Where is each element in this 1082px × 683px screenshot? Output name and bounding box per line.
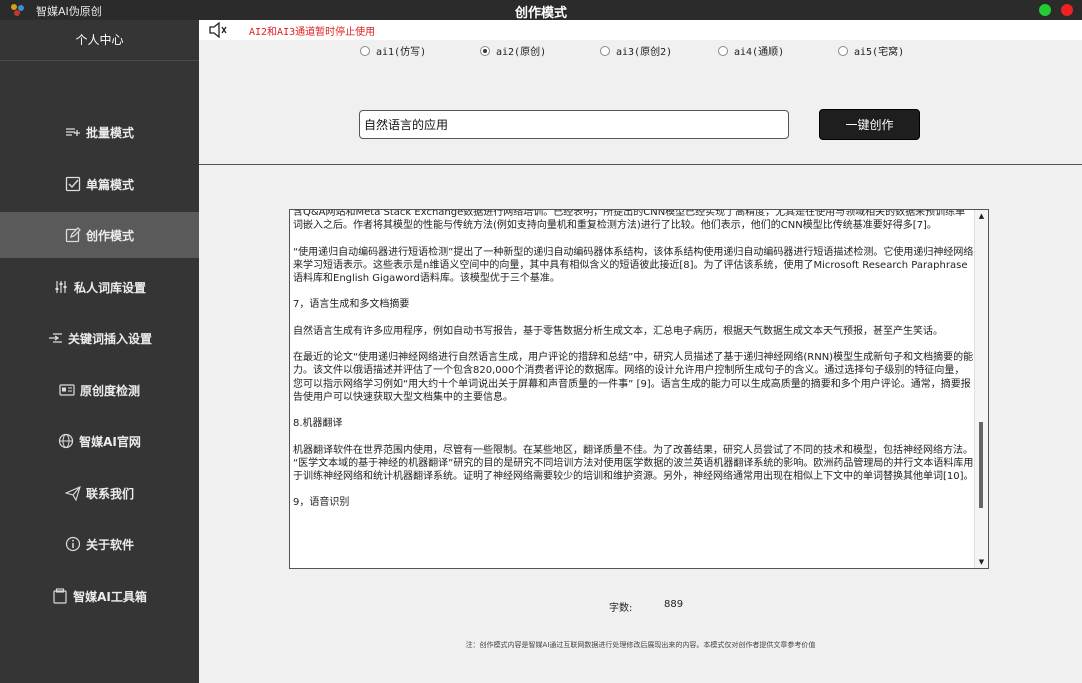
word-count-value: 889 bbox=[664, 599, 684, 610]
divider bbox=[199, 164, 1082, 165]
radio-ai3[interactable]: ai3(原创2) bbox=[600, 43, 672, 58]
speaker-icon[interactable] bbox=[208, 22, 228, 38]
radio-ai4[interactable]: ai4(通顺) bbox=[718, 43, 784, 58]
sidebar-item-label: 创作模式 bbox=[85, 228, 134, 243]
article-paragraph: “使用递归自动编码器进行短语检测”提出了一种新型的递归自动编码器体系结构，该体系… bbox=[293, 246, 974, 285]
radio-label: ai3(原创2) bbox=[616, 47, 673, 58]
radio-dot[interactable] bbox=[600, 45, 610, 56]
scroll-up-arrow-icon[interactable]: ▲ bbox=[975, 210, 988, 222]
insert-icon bbox=[47, 330, 63, 346]
notice-bar: AI2和AI3通道暂时停止使用 bbox=[199, 20, 1082, 40]
article-paragraph: 7，语言生成和多文档摘要 bbox=[293, 299, 410, 311]
sliders-icon bbox=[53, 279, 69, 295]
info-icon bbox=[65, 536, 81, 552]
article-paragraph: 含Q&A网站和Meta Stack Exchange数据进行网络培训。已经表明，… bbox=[293, 209, 966, 232]
radio-ai2[interactable]: ai2(原创) bbox=[480, 43, 546, 58]
sidebar-header[interactable]: 个人中心 bbox=[0, 20, 199, 61]
topic-input[interactable] bbox=[359, 110, 789, 139]
scroll-thumb[interactable] bbox=[979, 422, 983, 508]
toolbox-icon bbox=[52, 588, 68, 604]
sidebar-item-label: 批量模式 bbox=[85, 125, 134, 140]
radio-dot[interactable] bbox=[360, 45, 370, 56]
article-paragraph: 机器翻译软件在世界范围内使用，尽管有一些限制。在某些地区，翻译质量不佳。为了改善… bbox=[293, 444, 974, 483]
article-output-box[interactable]: 含Q&A网站和Meta Stack Exchange数据进行网络培训。已经表明，… bbox=[289, 209, 989, 569]
article-content[interactable]: 含Q&A网站和Meta Stack Exchange数据进行网络培训。已经表明，… bbox=[293, 209, 974, 523]
sidebar-item-label: 关于软件 bbox=[85, 537, 134, 552]
radio-label: ai5(宅窝) bbox=[854, 47, 905, 58]
radio-label: ai2(原创) bbox=[496, 47, 547, 58]
radio-label: ai1(仿写) bbox=[376, 47, 427, 58]
radio-ai1[interactable]: ai1(仿写) bbox=[360, 43, 426, 58]
id-card-icon bbox=[59, 382, 75, 398]
radio-ai5[interactable]: ai5(宅窝) bbox=[838, 43, 904, 58]
sidebar-item-label: 单篇模式 bbox=[85, 177, 134, 192]
one-click-create-button[interactable]: 一键创作 bbox=[819, 109, 920, 140]
globe-icon bbox=[58, 433, 74, 449]
main-panel: AI2和AI3通道暂时停止使用 ai1(仿写) ai2(原创) ai3(原创2)… bbox=[199, 20, 1082, 683]
sidebar-item-single-mode[interactable]: 单篇模式 bbox=[0, 161, 199, 207]
radio-dot[interactable] bbox=[480, 45, 490, 56]
word-count-label: 字数: bbox=[609, 603, 633, 614]
article-paragraph: 8.机器翻译 bbox=[293, 418, 343, 430]
channel-notice: AI2和AI3通道暂时停止使用 bbox=[249, 27, 376, 38]
sidebar-item-toolbox[interactable]: 智媒AI工具箱 bbox=[0, 573, 199, 619]
sidebar-item-label: 原创度检测 bbox=[79, 383, 140, 398]
article-paragraph: 在最近的论文“使用递归神经网络进行自然语言生成，用户评论的措辞和总结”中，研究人… bbox=[293, 352, 974, 403]
sidebar-item-label: 私人词库设置 bbox=[73, 280, 146, 295]
footer-disclaimer: 注：创作模式内容是智媒AI通过互联网数据进行处理修改后展现出来的内容。本模式仅对… bbox=[465, 641, 816, 649]
batch-list-icon bbox=[65, 124, 81, 140]
scroll-down-arrow-icon[interactable]: ▼ bbox=[975, 556, 988, 568]
maximize-button[interactable] bbox=[1039, 4, 1051, 16]
paper-plane-icon bbox=[64, 485, 81, 501]
sidebar-item-official-site[interactable]: 智媒AI官网 bbox=[0, 418, 199, 464]
radio-dot[interactable] bbox=[718, 45, 728, 56]
sidebar-item-create-mode[interactable]: 创作模式 bbox=[0, 212, 199, 258]
sidebar-item-label: 联系我们 bbox=[85, 486, 134, 501]
ai-channel-radio-group: ai1(仿写) ai2(原创) ai3(原创2) ai4(通顺) ai5(宅窝) bbox=[199, 40, 1082, 60]
edit-icon bbox=[65, 227, 81, 243]
sidebar-item-label: 智媒AI工具箱 bbox=[73, 589, 147, 604]
sidebar-item-contact[interactable]: 联系我们 bbox=[0, 470, 199, 516]
radio-label: ai4(通顺) bbox=[734, 47, 785, 58]
title-bar: 智媒AI伪原创 创作模式 bbox=[0, 0, 1082, 21]
sidebar-item-about[interactable]: 关于软件 bbox=[0, 521, 199, 567]
sidebar-item-originality-check[interactable]: 原创度检测 bbox=[0, 367, 199, 413]
checkbox-icon bbox=[65, 176, 81, 192]
sidebar-item-label: 关键词插入设置 bbox=[67, 331, 152, 346]
sidebar-item-keyword-insert[interactable]: 关键词插入设置 bbox=[0, 315, 199, 361]
article-paragraph: 自然语言生成有许多应用程序，例如自动书写报告，基于零售数据分析生成文本，汇总电子… bbox=[293, 325, 943, 337]
close-button[interactable] bbox=[1061, 4, 1073, 16]
sidebar-item-label: 智媒AI官网 bbox=[79, 434, 141, 449]
sidebar-item-batch-mode[interactable]: 批量模式 bbox=[0, 109, 199, 155]
radio-dot[interactable] bbox=[838, 45, 848, 56]
sidebar: 个人中心 批量模式 单篇模式 创作模式 私人词库设置 关键词插入设置 原创度检测… bbox=[0, 20, 199, 683]
window-title: 创作模式 bbox=[514, 6, 567, 21]
article-scrollbar[interactable]: ▲ ▼ bbox=[974, 210, 988, 568]
sidebar-item-private-lexicon[interactable]: 私人词库设置 bbox=[0, 264, 199, 310]
article-paragraph: 9，语音识别 bbox=[293, 497, 350, 509]
